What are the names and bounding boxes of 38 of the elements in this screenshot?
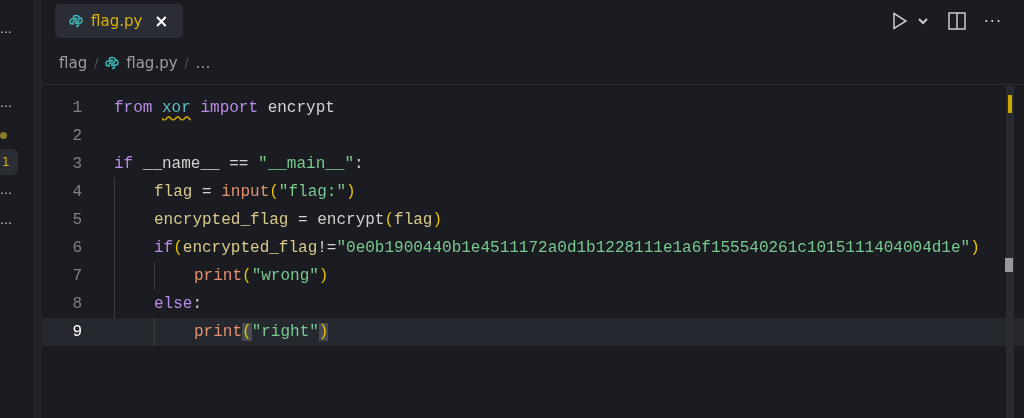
- sidebar-item[interactable]: …: [0, 88, 12, 118]
- sidebar-item[interactable]: ···: [0, 18, 12, 48]
- sidebar-item[interactable]: …: [0, 205, 12, 235]
- python-icon: [69, 14, 83, 28]
- warning-marker: [1008, 95, 1012, 113]
- line-number: 3: [71, 155, 82, 173]
- sidebar-item[interactable]: …: [0, 175, 12, 205]
- line-number: 8: [71, 295, 82, 313]
- cursor-marker: [1005, 258, 1013, 272]
- caret-icon[interactable]: [917, 17, 928, 25]
- split-editor-icon[interactable]: [947, 12, 966, 30]
- breadcrumb-folder[interactable]: flag: [59, 54, 88, 72]
- line-number: 7: [71, 267, 82, 285]
- scrollbar[interactable]: [1006, 86, 1014, 418]
- line-number: 6: [71, 239, 82, 257]
- breadcrumb-more[interactable]: …: [195, 54, 211, 72]
- line-number: 4: [71, 183, 82, 201]
- python-icon: [105, 56, 120, 70]
- run-icon[interactable]: [891, 12, 908, 30]
- file-tab[interactable]: flag.py ×: [55, 4, 183, 38]
- breadcrumb-separator: /: [184, 56, 189, 70]
- code-text: else:: [154, 295, 202, 313]
- code-text: print("right"): [194, 323, 329, 341]
- count-badge: 1: [0, 149, 18, 175]
- line-number: 1: [71, 99, 82, 117]
- more-icon[interactable]: ···: [983, 11, 1002, 31]
- code-text: print("wrong"): [194, 267, 329, 285]
- code-text: encrypted_flag = encrypt(flag): [154, 211, 443, 229]
- code-text: flag = input("flag:"): [154, 183, 356, 201]
- line-number: 5: [71, 211, 82, 229]
- line-number: 2: [71, 127, 82, 145]
- code-text: from xor import encrypt: [114, 99, 335, 117]
- code-text: if __name__ == "__main__":: [114, 155, 364, 173]
- close-icon[interactable]: ×: [154, 11, 169, 31]
- line-number: 9: [71, 323, 82, 341]
- breadcrumb-file[interactable]: flag.py: [126, 54, 178, 72]
- breadcrumb-separator: /: [94, 56, 99, 70]
- code-text: if(encrypted_flag!="0e0b1900440b1e4511172a0d1b1228111e1a6f155540261c1015111404004d1e"): [154, 239, 980, 257]
